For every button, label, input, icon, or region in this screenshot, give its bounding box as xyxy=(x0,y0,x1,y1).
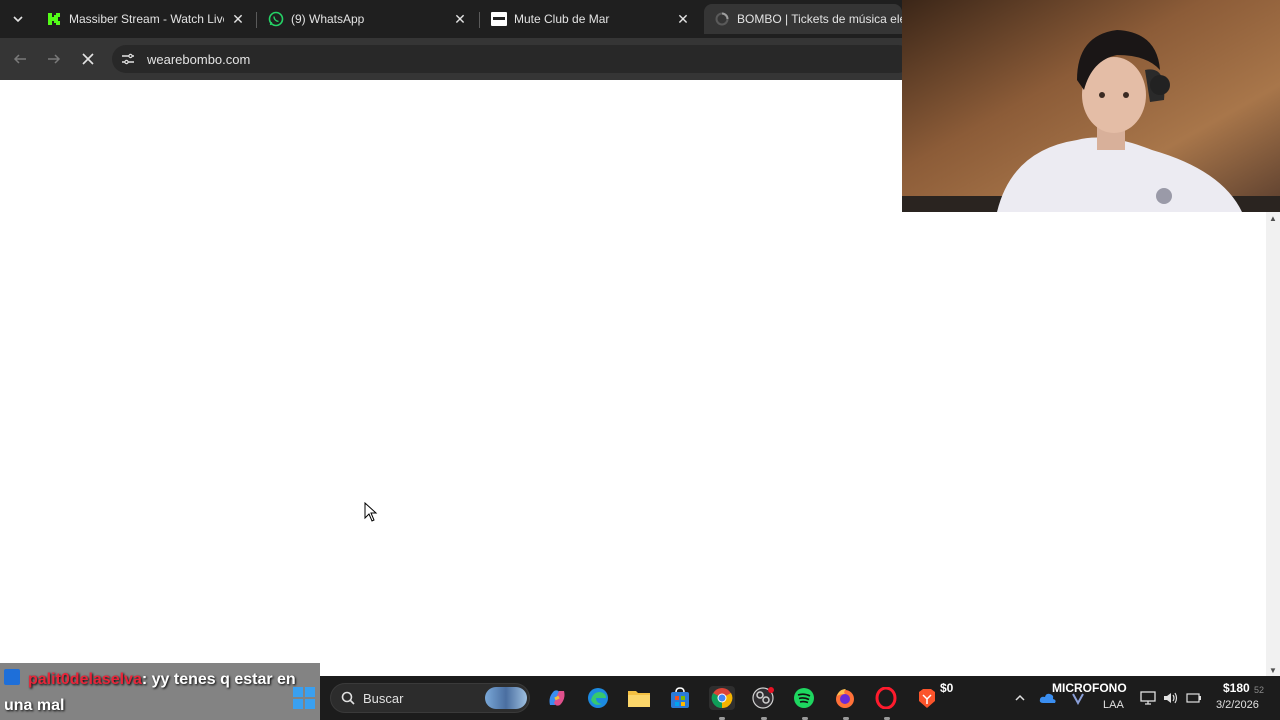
language-indicator[interactable]: LAA xyxy=(1103,699,1124,711)
streamer-camera-image xyxy=(902,0,1280,212)
clock-seconds: 52 xyxy=(1254,685,1265,695)
close-icon[interactable]: ✕ xyxy=(452,11,468,27)
folder-icon xyxy=(628,691,650,707)
mic-label: MICROFONO xyxy=(1052,681,1127,695)
close-icon[interactable]: ✕ xyxy=(675,11,691,27)
search-highlight-image xyxy=(485,687,527,709)
loading-spinner-icon xyxy=(714,11,730,27)
scroll-up-icon[interactable]: ▲ xyxy=(1269,215,1277,223)
stream-chat-overlay: palit0delaselva: yy tenes q estar en una… xyxy=(0,663,320,720)
tray-battery-button[interactable] xyxy=(1182,686,1206,710)
speaker-icon xyxy=(1164,692,1178,704)
store-app-button[interactable] xyxy=(668,686,692,710)
mouse-cursor-icon xyxy=(364,502,378,522)
address-bar[interactable]: wearebombo.com xyxy=(112,45,912,73)
search-icon xyxy=(341,691,355,705)
windows-start-button[interactable] xyxy=(292,686,316,710)
brave-icon xyxy=(919,689,935,708)
site-info-icon[interactable] xyxy=(120,51,136,67)
stop-loading-button[interactable] xyxy=(76,47,100,71)
battery-plug-icon xyxy=(1186,693,1201,703)
tray-display-button[interactable] xyxy=(1136,686,1160,710)
mute-icon xyxy=(491,11,507,27)
windows-logo-icon xyxy=(293,687,315,709)
chevron-down-icon xyxy=(13,16,23,23)
arrow-left-icon xyxy=(13,54,26,64)
taskbar-search[interactable]: Buscar xyxy=(330,683,530,713)
tab-mute[interactable]: Mute Club de Mar ✕ xyxy=(481,4,699,34)
firefox-icon xyxy=(836,689,854,708)
file-explorer-button[interactable] xyxy=(627,686,651,710)
tab-search-button[interactable] xyxy=(6,7,30,31)
spotify-icon xyxy=(794,688,814,708)
obs-app-button[interactable] xyxy=(751,686,775,710)
widget-amount: $0 xyxy=(940,681,954,695)
brave-app-button[interactable] xyxy=(915,686,939,710)
chat-separator: : xyxy=(141,671,152,688)
chevron-up-icon xyxy=(1015,694,1025,701)
tab-whatsapp[interactable]: (9) WhatsApp ✕ xyxy=(258,4,476,34)
scroll-down-icon[interactable]: ▼ xyxy=(1269,667,1277,675)
taskbar: Buscar $0 MICROFONO LAA $180 52 3/2/2026 xyxy=(293,676,1280,720)
webcam-overlay xyxy=(902,0,1280,212)
forward-button[interactable] xyxy=(42,47,66,71)
opera-icon xyxy=(875,687,897,709)
tab-title: (9) WhatsApp xyxy=(291,12,365,26)
store-icon xyxy=(671,687,689,708)
chat-message: palit0delaselva: yy tenes q estar en una… xyxy=(4,667,320,719)
whatsapp-icon xyxy=(268,11,284,27)
copilot-icon xyxy=(549,690,565,706)
edge-icon xyxy=(588,688,608,708)
tab-title: Massiber Stream - Watch Live on Kick xyxy=(69,12,224,26)
tray-volume-button[interactable] xyxy=(1159,686,1183,710)
copilot-app-button[interactable] xyxy=(545,686,569,710)
date-display[interactable]: 3/2/2026 xyxy=(1216,699,1259,711)
obs-icon xyxy=(752,687,774,709)
chrome-icon xyxy=(711,688,733,709)
tab-title: BOMBO | Tickets de música electrónica xyxy=(737,12,902,26)
edge-app-button[interactable] xyxy=(586,686,610,710)
back-button[interactable] xyxy=(8,47,32,71)
firefox-app-button[interactable] xyxy=(833,686,857,710)
search-placeholder: Buscar xyxy=(363,691,404,706)
tab-divider xyxy=(256,12,257,28)
arrow-right-icon xyxy=(48,54,61,64)
tab-kick[interactable]: Massiber Stream - Watch Live on Kick ✕ xyxy=(36,4,254,34)
close-icon[interactable]: ✕ xyxy=(230,11,246,27)
spotify-app-button[interactable] xyxy=(792,686,816,710)
tab-title: Mute Club de Mar xyxy=(514,12,610,26)
monitor-icon xyxy=(1140,691,1156,705)
chrome-app-button[interactable] xyxy=(709,686,735,710)
money-amount: $180 xyxy=(1223,681,1250,695)
tab-bombo[interactable]: BOMBO | Tickets de música electrónica xyxy=(704,4,902,34)
close-icon xyxy=(82,53,94,65)
tab-divider xyxy=(479,12,480,28)
opera-app-button[interactable] xyxy=(874,686,898,710)
page-scrollbar[interactable]: ▲ ▼ xyxy=(1266,212,1280,676)
url-text: wearebombo.com xyxy=(147,52,251,67)
chat-username: palit0delaselva xyxy=(28,671,142,688)
show-hidden-icons-button[interactable] xyxy=(1008,686,1032,710)
kick-icon xyxy=(46,11,62,27)
